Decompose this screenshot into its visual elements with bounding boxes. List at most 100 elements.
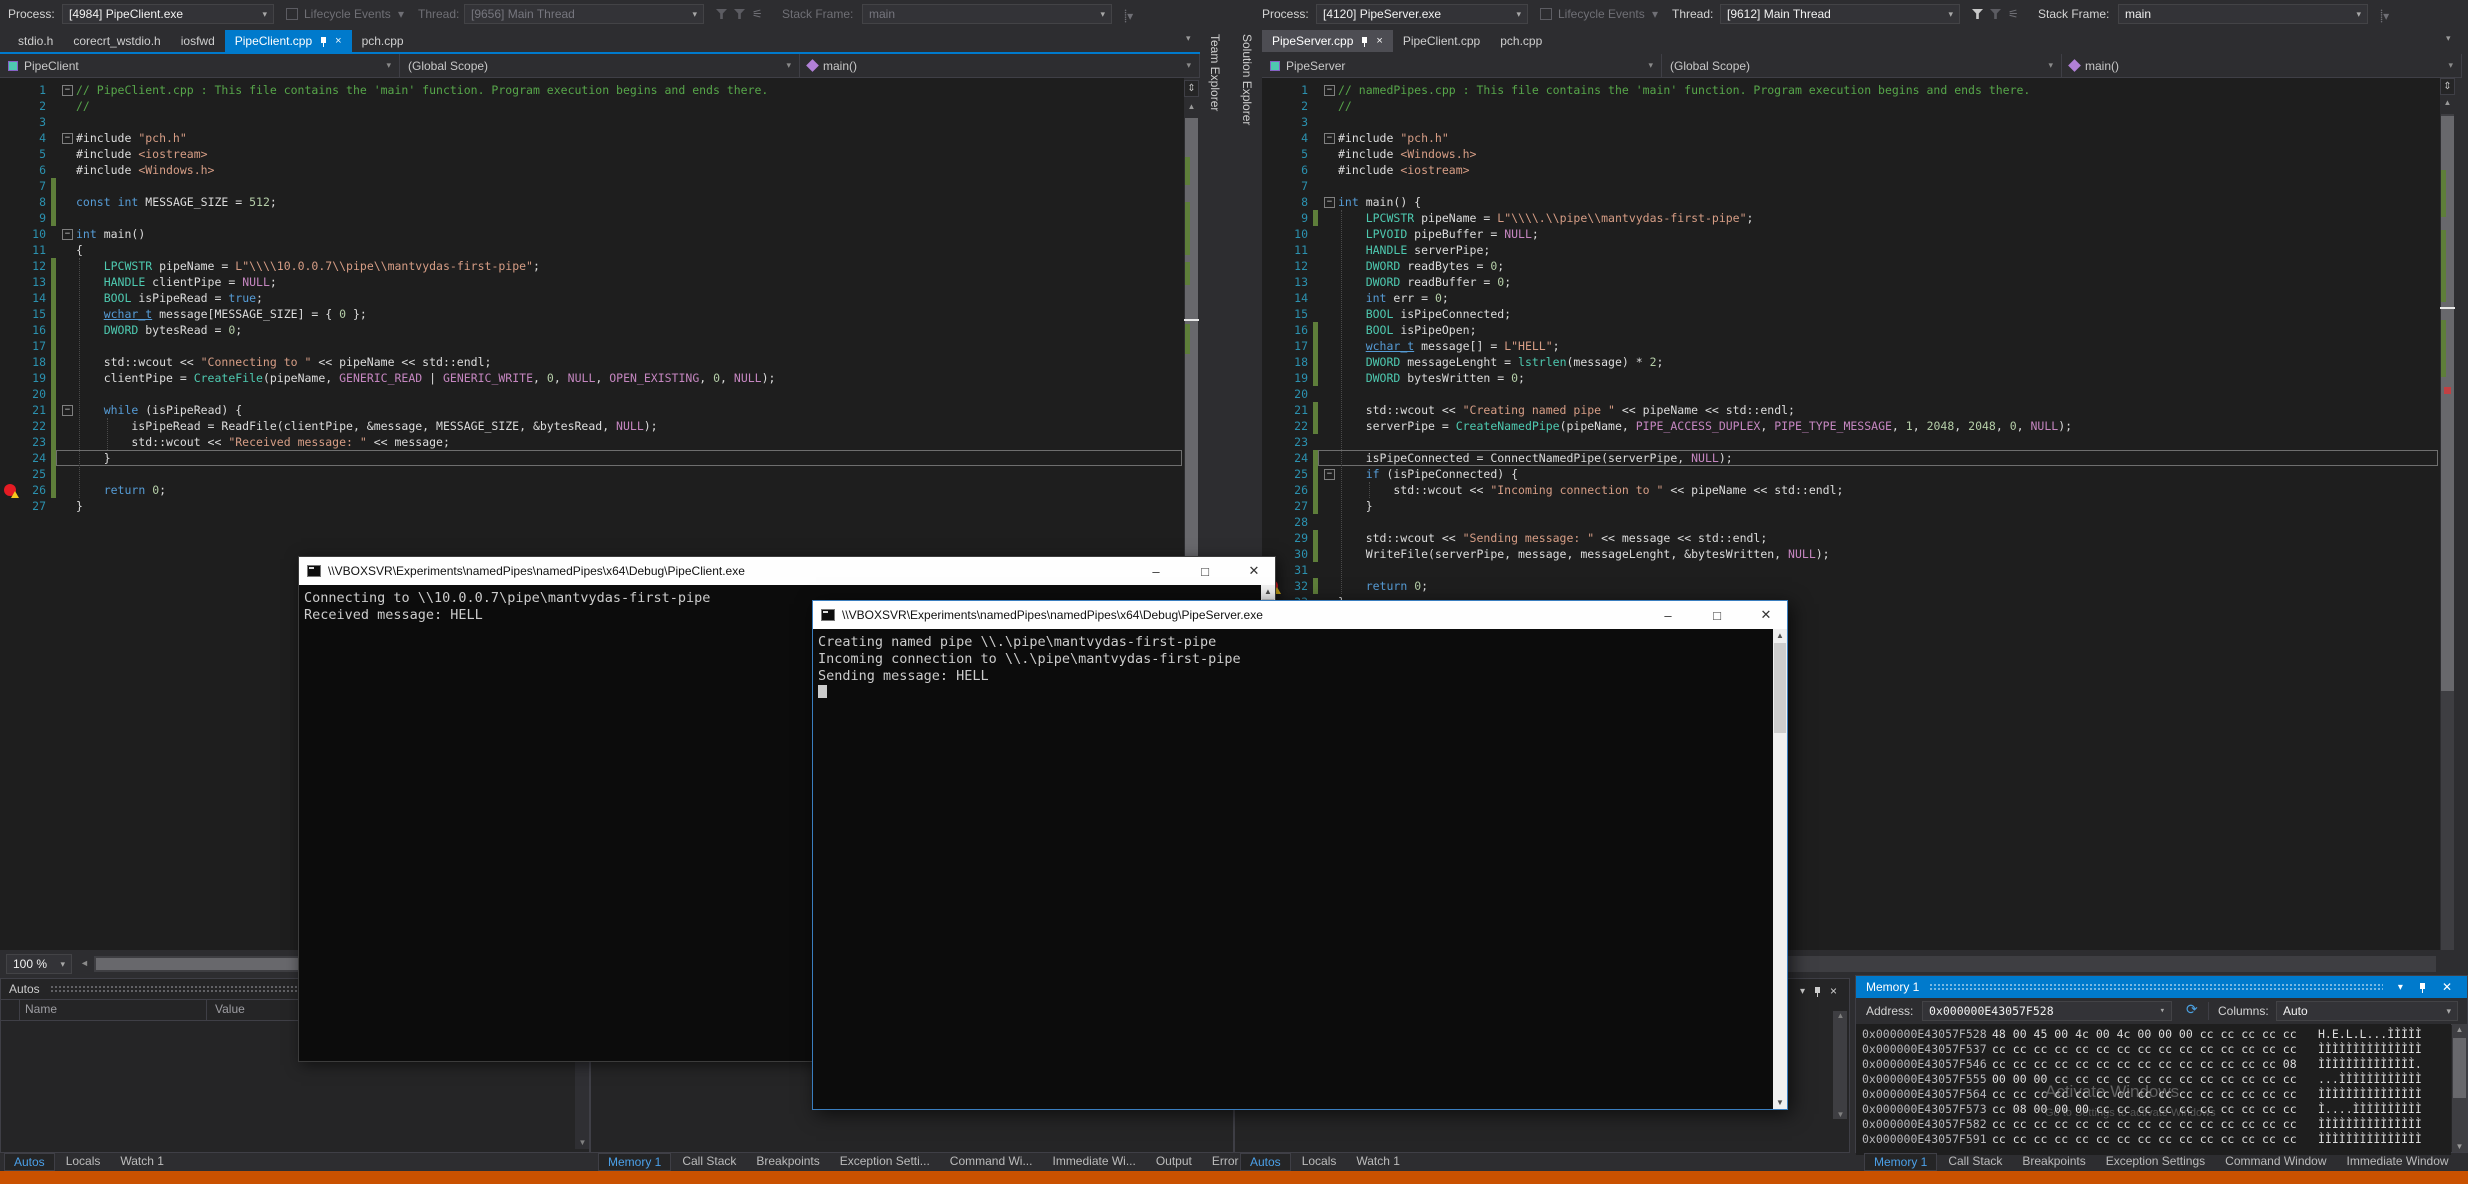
breakpoint-margin[interactable] — [0, 82, 20, 98]
outlining-margin[interactable] — [59, 322, 76, 338]
breakpoint-margin[interactable] — [1262, 242, 1282, 258]
breakpoint-margin[interactable] — [1262, 466, 1282, 482]
outlining-margin[interactable] — [1321, 546, 1338, 562]
outlining-margin[interactable] — [59, 162, 76, 178]
scroll-up-arrow[interactable]: ▲ — [1261, 587, 1275, 596]
close-icon[interactable]: ✕ — [2437, 980, 2457, 994]
scroll-down-arrow[interactable]: ▼ — [2452, 1142, 2467, 1151]
panel-tab-breakpoints[interactable]: Breakpoints — [2013, 1153, 2094, 1169]
scroll-down-arrow[interactable]: ▼ — [1773, 1098, 1787, 1107]
breakpoint-margin[interactable] — [1262, 178, 1282, 194]
outlining-margin[interactable] — [1321, 98, 1338, 114]
breakpoint-margin[interactable] — [0, 130, 20, 146]
breakpoint-margin[interactable] — [1262, 130, 1282, 146]
outlining-margin[interactable] — [59, 354, 76, 370]
breakpoint-margin[interactable] — [0, 466, 20, 482]
scrollbar-thumb[interactable] — [2453, 1038, 2466, 1098]
scroll-up-arrow[interactable]: ▲ — [2440, 98, 2455, 107]
outlining-margin[interactable] — [59, 98, 76, 114]
breakpoint-margin[interactable] — [0, 322, 20, 338]
column-divider[interactable] — [206, 1000, 207, 1020]
outlining-margin[interactable] — [1321, 578, 1338, 594]
breakpoint-margin[interactable] — [0, 354, 20, 370]
scroll-up-arrow[interactable]: ▲ — [1833, 1011, 1848, 1020]
stack-frame-dropdown[interactable]: main▾ — [862, 4, 1112, 24]
suspend-threads-icon[interactable]: ⚟ — [2008, 7, 2019, 21]
tab-pipeserver-cpp[interactable]: PipeServer.cpp× — [1262, 30, 1393, 52]
window-position-caret[interactable]: ▾ — [1800, 986, 1805, 997]
outlining-margin[interactable] — [1321, 258, 1338, 274]
breakpoint-margin[interactable] — [1262, 498, 1282, 514]
outlining-margin[interactable] — [59, 290, 76, 306]
breakpoint-margin[interactable] — [0, 258, 20, 274]
breakpoint-margin[interactable] — [1262, 418, 1282, 434]
panel-tab-immediate-window[interactable]: Immediate Window — [2338, 1153, 2458, 1169]
collapse-icon[interactable]: − — [1324, 133, 1335, 144]
outlining-margin[interactable] — [1321, 354, 1338, 370]
member-dropdown[interactable]: main()▾ — [800, 54, 1200, 77]
thread-dropdown[interactable]: [9612] Main Thread▾ — [1720, 4, 1960, 24]
maximize-button[interactable]: □ — [1184, 557, 1226, 585]
tab-pipeclient-cpp[interactable]: PipeClient.cpp — [1393, 30, 1490, 52]
console-window-pipeserver[interactable]: \\VBOXSVR\Experiments\namedPipes\namedPi… — [812, 600, 1788, 1110]
outlining-margin[interactable] — [1321, 146, 1338, 162]
breakpoint-margin[interactable] — [1262, 370, 1282, 386]
close-button[interactable]: ✕ — [1233, 557, 1275, 585]
maximize-button[interactable]: □ — [1696, 601, 1738, 629]
filter-threads-icon[interactable] — [1972, 9, 1983, 19]
breakpoint-warning-icon[interactable] — [4, 484, 16, 496]
console-output[interactable]: Creating named pipe \\.\pipe\mantvydas-f… — [813, 629, 1778, 1114]
collapse-icon[interactable]: − — [62, 133, 73, 144]
panel-tab-exception-settings[interactable]: Exception Settings — [2097, 1153, 2214, 1169]
scroll-up-arrow[interactable]: ▲ — [1184, 102, 1199, 111]
tab-pch-cpp[interactable]: pch.cpp — [1490, 30, 1552, 52]
breakpoint-margin[interactable] — [1262, 354, 1282, 370]
tab-iosfwd[interactable]: iosfwd — [171, 30, 225, 52]
breakpoint-margin[interactable] — [0, 274, 20, 290]
breakpoint-margin[interactable] — [0, 306, 20, 322]
panel-tab-watch-1[interactable]: Watch 1 — [111, 1153, 173, 1169]
breakpoint-margin[interactable] — [1262, 114, 1282, 130]
toolbar-overflow-button[interactable]: ⸽▾ — [2380, 7, 2389, 24]
panel-tab-watch-1[interactable]: Watch 1 — [1347, 1153, 1409, 1169]
breakpoint-margin[interactable] — [0, 242, 20, 258]
outlining-margin[interactable] — [1321, 402, 1338, 418]
pin-icon[interactable] — [2418, 982, 2427, 993]
outlining-margin[interactable] — [59, 434, 76, 450]
outlining-margin[interactable]: − — [1321, 466, 1338, 482]
breakpoint-margin[interactable] — [0, 418, 20, 434]
toolbar-overflow-button[interactable]: ⸽▾ — [1124, 7, 1133, 24]
breakpoint-margin[interactable] — [1262, 402, 1282, 418]
breakpoint-margin[interactable] — [0, 434, 20, 450]
breakpoint-margin[interactable] — [0, 386, 20, 402]
panel-tab-locals[interactable]: Locals — [57, 1153, 110, 1169]
process-dropdown[interactable]: [4120] PipeServer.exe▾ — [1316, 4, 1528, 24]
console-title-bar[interactable]: \\VBOXSVR\Experiments\namedPipes\namedPi… — [299, 557, 1275, 585]
outlining-margin[interactable] — [59, 210, 76, 226]
outlining-margin[interactable] — [1321, 290, 1338, 306]
editor-split-handle[interactable]: ⇕ — [1184, 80, 1199, 97]
tab-scroll-caret-right[interactable]: ▾ — [2446, 33, 2451, 44]
outlining-margin[interactable]: − — [59, 82, 76, 98]
breakpoint-margin[interactable] — [0, 402, 20, 418]
breakpoint-margin[interactable] — [1262, 450, 1282, 466]
scope-dropdown[interactable]: (Global Scope)▾ — [1662, 54, 2062, 77]
panel-tab-command-window[interactable]: Command Window — [2216, 1153, 2335, 1169]
breakpoint-margin[interactable] — [1262, 146, 1282, 162]
outlining-margin[interactable] — [59, 450, 76, 466]
address-input[interactable]: 0x000000E43057F528▾ — [1922, 1001, 2172, 1021]
pin-icon[interactable] — [1813, 986, 1822, 997]
tab-pipeclient-cpp[interactable]: PipeClient.cpp× — [225, 30, 352, 52]
project-dropdown[interactable]: PipeClient▾ — [0, 54, 400, 77]
panel-tab-memory-1[interactable]: Memory 1 — [1864, 1153, 1937, 1171]
member-dropdown[interactable]: main()▾ — [2062, 54, 2462, 77]
pin-icon[interactable] — [1360, 36, 1369, 47]
outlining-margin[interactable] — [59, 146, 76, 162]
filter-threads-icon[interactable] — [716, 9, 727, 19]
filter-flagged-icon[interactable] — [734, 9, 745, 19]
outlining-margin[interactable] — [1321, 178, 1338, 194]
scope-dropdown[interactable]: (Global Scope)▾ — [400, 54, 800, 77]
outlining-margin[interactable] — [59, 114, 76, 130]
breakpoint-margin[interactable] — [1262, 338, 1282, 354]
outlining-margin[interactable] — [59, 498, 76, 514]
